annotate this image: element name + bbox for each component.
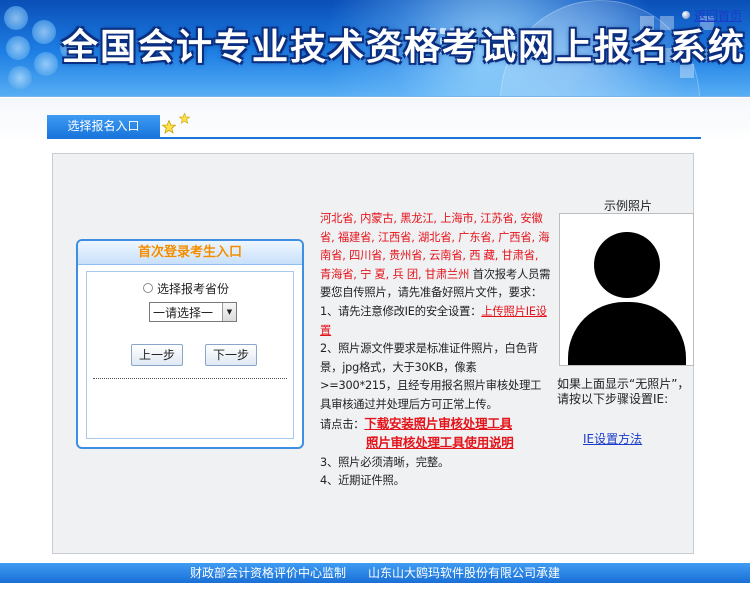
footer-contractor: 山东山大鸥玛软件股份有限公司承建 [368,566,561,580]
sample-photo-title: 示例照片 [603,199,652,213]
item3-text: 3、照片必须清晰，完整。 [320,455,450,469]
star-icon [162,120,176,134]
province-select[interactable]: 一请选择一 ▼ [149,302,237,322]
tab-select-entry[interactable]: 选择报名入口 [47,115,160,137]
province-radio-label: 选择报考省份 [157,281,230,296]
chevron-down-icon[interactable]: ▼ [222,303,236,321]
system-title: 全国会计专业技术资格考试网上报名系统 [62,26,747,68]
item1-text: 1、请先注意修改IE的安全设置： [320,304,482,318]
next-button[interactable]: 下一步 [205,344,257,366]
download-tool-link[interactable]: 下载安装照片审核处理工具 [364,416,512,431]
prev-button[interactable]: 上一步 [131,344,183,366]
sample-photo [559,213,694,366]
province-radio-row[interactable]: 选择报考省份 [143,280,229,296]
header-banner: 全国会计专业技术资格考试网上报名系统 [0,0,750,97]
person-silhouette-icon [594,232,660,298]
tool-manual-link[interactable]: 照片审核处理工具使用说明 [366,435,514,450]
home-link-label: 返回首页 [693,8,742,23]
footer-supervisor: 财政部会计资格评价中心监制 [189,566,346,580]
click-prefix: 请点击： [320,417,365,431]
dotted-divider [93,378,287,379]
first-login-box: 首次登录考生入口 选择报考省份 一请选择一 ▼ 上一步 下一步 [76,239,304,449]
home-link[interactable]: 返回首页 [681,6,742,24]
item2-text: 2、照片源文件要求是标准证件照片，白色背景，jpg格式，大于30KB，像素>=3… [320,342,542,411]
login-heading: 首次登录考生入口 [78,241,302,265]
bullet-icon [681,11,690,19]
ie-settings-link[interactable]: IE设置方法 [583,430,683,447]
item4-text: 4、近期证件照。 [320,474,405,488]
province-select-value: 一请选择一 [153,305,214,320]
login-form: 选择报考省份 一请选择一 ▼ 上一步 下一步 [86,271,294,439]
star-icon [179,113,190,124]
upload-instructions: 河北省, 内蒙古, 黑龙江, 上海市, 江苏省, 安徽省, 福建省, 江西省, … [320,210,552,491]
photo-note: 如果上面显示“无照片”，请按以下步骤设置IE: [557,377,690,406]
footer: 财政部会计资格评价中心监制 山东山大鸥玛软件股份有限公司承建 [0,563,750,583]
tab-divider [47,137,701,139]
province-radio[interactable] [143,283,153,293]
